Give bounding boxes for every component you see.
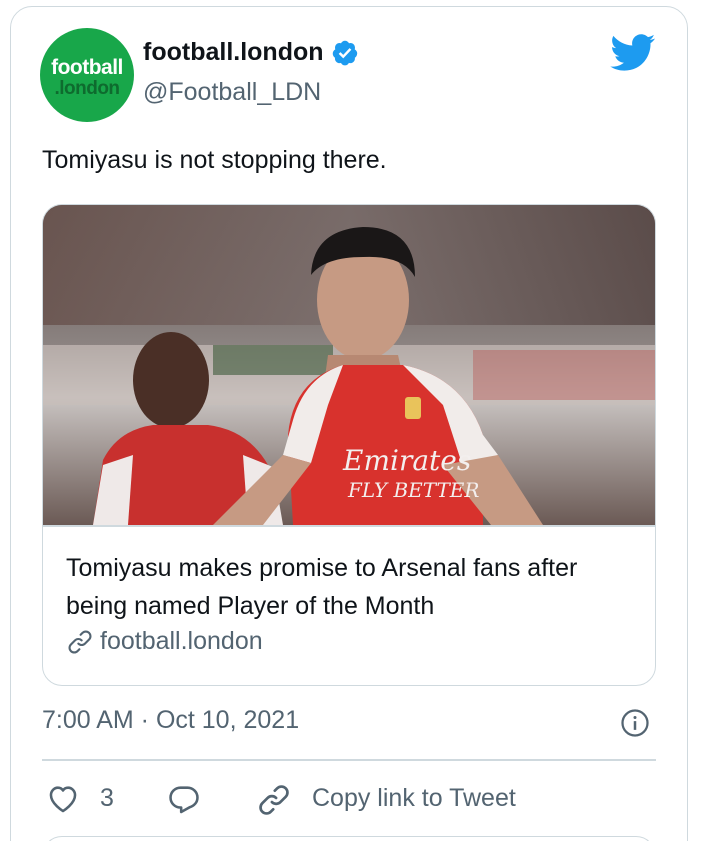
avatar[interactable]: football .london	[40, 28, 134, 122]
author-handle[interactable]: @Football_LDN	[143, 78, 321, 107]
copy-link-icon[interactable]	[256, 782, 292, 818]
copy-link-button[interactable]: Copy link to Tweet	[312, 784, 516, 813]
card-divider	[43, 525, 655, 527]
svg-text:FLY BETTER: FLY BETTER	[347, 478, 479, 502]
tweet-text: Tomiyasu is not stopping there.	[42, 146, 387, 174]
info-icon[interactable]	[620, 708, 650, 738]
svg-text:Emirates: Emirates	[342, 444, 471, 477]
article-headline[interactable]: Tomiyasu makes promise to Arsenal fans a…	[66, 549, 636, 625]
avatar-logo-line2: .london	[54, 78, 120, 99]
like-count[interactable]: 3	[100, 784, 114, 813]
article-photo[interactable]: Emirates FLY BETTER	[43, 205, 656, 525]
avatar-logo-line1: football	[51, 56, 123, 79]
link-preview-card[interactable]: Emirates FLY BETTER Tomiyasu makes promi…	[42, 204, 656, 686]
reply-icon[interactable]	[166, 782, 202, 816]
read-replies-button[interactable]	[42, 836, 656, 841]
article-domain: football.london	[100, 627, 263, 655]
link-icon	[68, 630, 92, 653]
twitter-bird-icon[interactable]	[610, 34, 656, 72]
author-name[interactable]: football.london	[143, 38, 324, 67]
verified-badge-icon	[332, 40, 357, 65]
heart-icon[interactable]	[46, 782, 80, 816]
actions-divider	[42, 759, 656, 761]
article-domain-row[interactable]: football.london	[66, 627, 263, 656]
tweet-timestamp[interactable]: 7:00 AM · Oct 10, 2021	[42, 706, 299, 735]
author-name-row[interactable]: football.london	[143, 38, 359, 67]
